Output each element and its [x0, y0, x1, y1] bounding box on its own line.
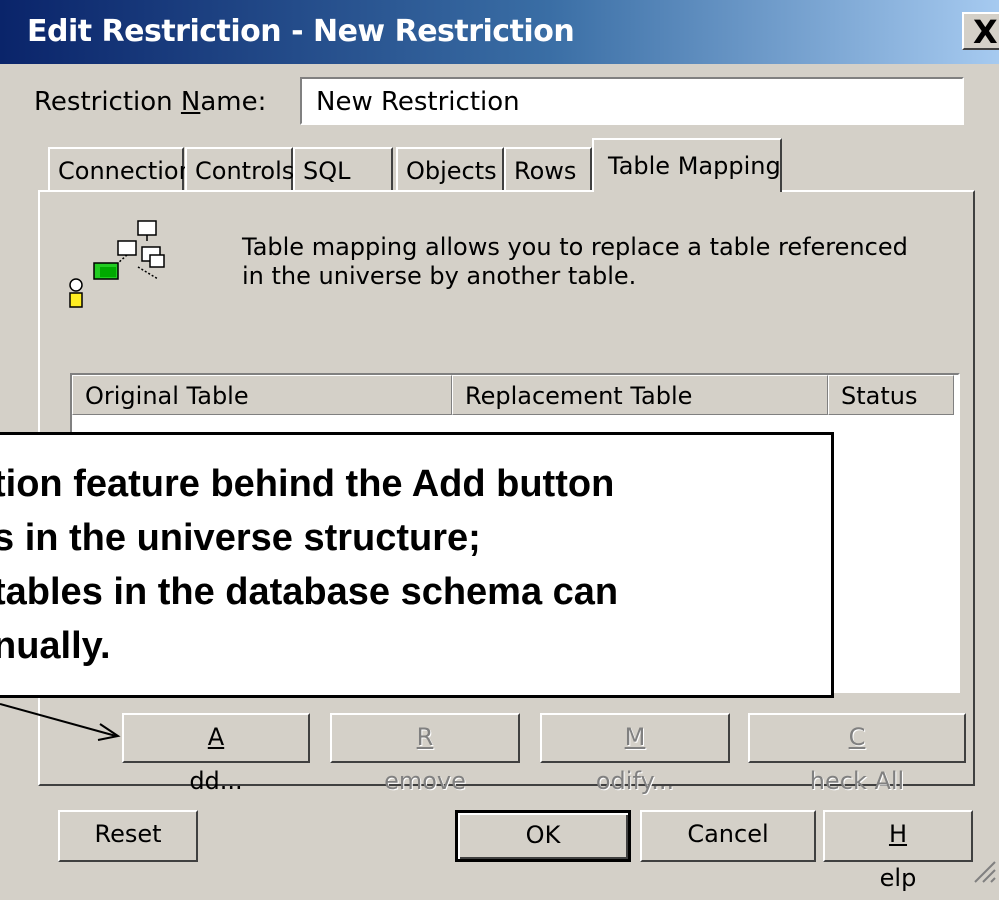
tab-rows[interactable]: Rows — [504, 147, 592, 191]
tab-label: Objects — [406, 157, 497, 185]
column-label: Replacement Table — [465, 382, 693, 410]
callout-arrow — [0, 703, 121, 741]
add-label: dd... — [189, 767, 243, 795]
close-button[interactable]: X — [962, 12, 999, 50]
label-mnemonic: N — [180, 87, 201, 117]
restriction-name-label: Restriction Name: — [34, 87, 266, 117]
table-mapping-description: Table mapping allows you to replace a ta… — [242, 233, 908, 290]
tab-label: Controls — [195, 157, 295, 185]
reset-label: Reset — [94, 820, 162, 848]
annotation-callout: tion feature behind the Add button s in … — [0, 432, 834, 698]
resize-grip-icon[interactable] — [969, 856, 997, 884]
callout-line: tables in the database schema can — [0, 571, 619, 613]
cancel-label: Cancel — [687, 820, 769, 848]
tab-connection[interactable]: Connection — [48, 147, 194, 191]
tab-objects[interactable]: Objects — [396, 147, 504, 191]
check-all-mnemonic: C — [848, 723, 866, 751]
remove-mnemonic: R — [416, 723, 434, 751]
restriction-name-value: New Restriction — [316, 87, 520, 117]
table-mapping-icon — [69, 220, 165, 308]
callout-line: s in the universe structure; — [0, 517, 481, 559]
tab-controls[interactable]: Controls — [185, 147, 295, 191]
label-text-end: ame: — [200, 87, 267, 117]
check-all-button[interactable]: Check All — [748, 713, 966, 795]
ok-button[interactable]: OK — [455, 810, 631, 862]
callout-line: nually. — [0, 625, 111, 667]
restriction-name-input[interactable]: New Restriction — [300, 77, 964, 125]
tab-label: SQL — [303, 157, 351, 185]
remove-button[interactable]: Remove — [330, 713, 520, 795]
remove-label: emove — [384, 767, 466, 795]
add-button[interactable]: Add... — [122, 713, 310, 795]
help-button[interactable]: Help — [823, 810, 973, 892]
tab-label: Rows — [514, 157, 577, 185]
modify-mnemonic: M — [624, 723, 646, 751]
window-title: Edit Restriction - New Restriction — [27, 14, 575, 49]
tab-label: Table Mapping — [608, 152, 781, 180]
close-icon: X — [973, 13, 998, 51]
column-label: Status — [841, 382, 918, 410]
callout-text: tion feature behind the Add button s in … — [0, 457, 831, 673]
tab-label: Connection — [58, 157, 194, 185]
reset-button[interactable]: Reset — [58, 810, 198, 862]
help-mnemonic: H — [888, 820, 908, 848]
help-label: elp — [879, 864, 917, 892]
modify-label: odify... — [595, 767, 675, 795]
column-label: Original Table — [85, 382, 249, 410]
column-header-status[interactable]: Status — [828, 375, 954, 415]
check-all-label: heck All — [809, 767, 905, 795]
tab-table-mapping[interactable]: Table Mapping — [592, 138, 782, 192]
cancel-button[interactable]: Cancel — [640, 810, 816, 862]
callout-line: tion feature behind the Add button — [0, 463, 615, 505]
modify-button[interactable]: Modify... — [540, 713, 730, 795]
column-header-replacement-table[interactable]: Replacement Table — [452, 375, 828, 415]
tab-sql[interactable]: SQL — [293, 147, 393, 191]
add-mnemonic: A — [207, 723, 225, 751]
title-bar[interactable]: Edit Restriction - New Restriction X — [0, 0, 999, 64]
label-text: Restriction — [34, 87, 181, 117]
ok-label: OK — [525, 821, 561, 849]
column-header-original-table[interactable]: Original Table — [72, 375, 452, 415]
